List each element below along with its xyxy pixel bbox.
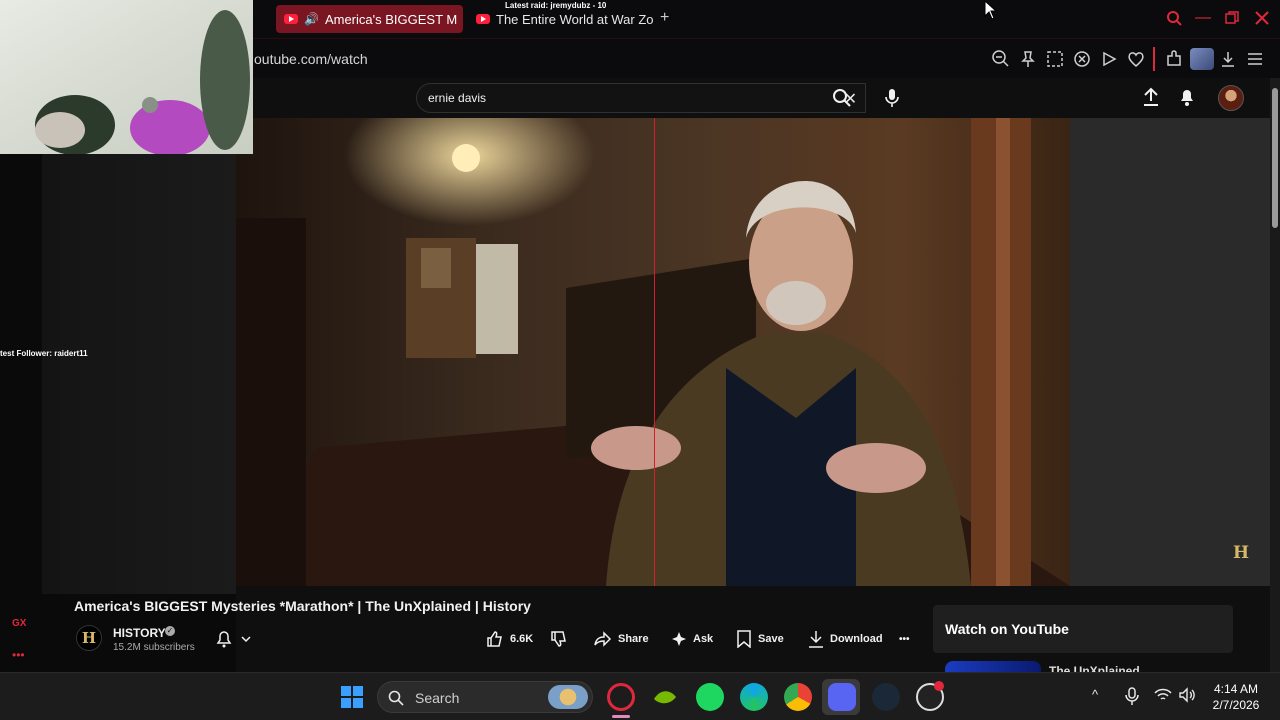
video-player[interactable] xyxy=(236,118,1070,586)
channel-avatar[interactable]: H xyxy=(76,625,102,651)
menu-icon[interactable] xyxy=(1245,49,1265,69)
taskbar-search-icon xyxy=(388,690,404,706)
url-text[interactable]: outube.com/watch xyxy=(254,51,368,67)
opera-gx-icon[interactable] xyxy=(607,683,635,711)
close-window-icon[interactable] xyxy=(1255,11,1269,25)
youtube-icon xyxy=(284,14,298,24)
download-icon[interactable] xyxy=(1218,49,1238,69)
save-label: Save xyxy=(758,633,784,645)
share-icon xyxy=(594,631,612,647)
windows-start-icon[interactable] xyxy=(340,685,364,709)
new-tab-button[interactable]: + xyxy=(660,9,669,27)
share-button[interactable]: Share xyxy=(594,630,649,648)
speaker-icon[interactable]: 🔊 xyxy=(304,12,319,26)
profile-avatar[interactable] xyxy=(1190,48,1214,70)
mouse-cursor-icon xyxy=(984,0,998,20)
scrollbar-thumb[interactable] xyxy=(1272,88,1278,228)
tray-mic-icon[interactable] xyxy=(1125,687,1139,707)
next-video-title[interactable]: The UnXplained xyxy=(1049,664,1140,672)
restore-icon[interactable] xyxy=(1225,11,1239,25)
mic-icon[interactable] xyxy=(884,88,900,108)
discord-icon[interactable] xyxy=(828,683,856,711)
webcam-overlay xyxy=(0,0,253,154)
wifi-icon[interactable] xyxy=(1154,687,1172,703)
overlay-panel-inner xyxy=(42,154,236,594)
taskbar-search[interactable]: Search xyxy=(377,681,593,713)
account-avatar[interactable] xyxy=(1218,85,1244,111)
tray-expand-icon[interactable]: ^ xyxy=(1092,687,1098,702)
zoom-out-icon[interactable] xyxy=(991,49,1011,69)
nvidia-icon[interactable] xyxy=(652,685,678,709)
history-watermark: H xyxy=(1233,543,1250,563)
chrome-icon[interactable] xyxy=(784,683,812,711)
thumbs-up-icon xyxy=(487,631,502,647)
taskbar-clock[interactable]: 4:14 AM 2/7/2026 xyxy=(1206,681,1266,713)
sparkle-icon xyxy=(672,632,686,646)
player-icon[interactable] xyxy=(1099,49,1119,69)
volume-icon[interactable] xyxy=(1178,687,1196,703)
page-scrollbar[interactable] xyxy=(1270,78,1280,672)
pin-icon[interactable] xyxy=(1018,49,1038,69)
thumbs-down-icon xyxy=(551,631,566,647)
search-query: ernie davis xyxy=(428,91,487,105)
search-icon[interactable] xyxy=(832,88,852,108)
search-tabs-icon[interactable] xyxy=(1166,10,1182,26)
spotify-icon[interactable] xyxy=(696,683,724,711)
edge-icon[interactable] xyxy=(740,683,768,711)
search-input[interactable]: ernie davis ✕ xyxy=(416,83,866,113)
next-video-thumbnail[interactable] xyxy=(945,661,1041,672)
video-frame xyxy=(236,118,1070,586)
watch-on-youtube-panel[interactable]: Watch on YouTube xyxy=(933,605,1233,653)
youtube-icon xyxy=(476,14,490,24)
adblock-icon[interactable] xyxy=(1072,49,1092,69)
bell-dropdown-icon[interactable] xyxy=(216,630,252,648)
bookmark-icon xyxy=(737,630,751,648)
screenshot-icon[interactable] xyxy=(1045,49,1065,69)
watch-on-youtube-label: Watch on YouTube xyxy=(945,621,1069,637)
clock-date: 2/7/2026 xyxy=(1212,698,1260,712)
share-label: Share xyxy=(618,633,649,645)
notifications-bell-icon[interactable] xyxy=(1178,87,1196,107)
youtube-header: ernie davis ✕ xyxy=(236,78,1280,118)
notification-badge xyxy=(934,681,944,691)
dislike-button[interactable] xyxy=(550,630,574,648)
raid-overlay-text: Latest raid: jremydubz - 10 xyxy=(505,1,607,10)
follower-overlay-text: test Follower: raidert11 xyxy=(0,349,88,358)
windows-taskbar: Search ^ 4:14 AM 2/7/2026 xyxy=(0,672,1280,720)
minimize-icon[interactable]: — xyxy=(1192,9,1214,27)
verified-icon: ✓ xyxy=(165,626,175,636)
download-button[interactable]: Download xyxy=(808,630,883,648)
next-video-item[interactable]: The UnXplained xyxy=(933,655,1233,672)
taskbar-search-label: Search xyxy=(415,690,460,706)
download-arrow-icon xyxy=(809,631,823,648)
subscribe-bell-button[interactable] xyxy=(216,630,252,653)
upload-icon[interactable] xyxy=(1142,87,1160,107)
webcam-image xyxy=(35,10,250,154)
video-title: America's BIGGEST Mysteries *Marathon* |… xyxy=(74,598,531,614)
active-app-indicator xyxy=(612,715,630,718)
tab-label: The Entire World at War Zo xyxy=(496,11,654,27)
stream-overlay-panel xyxy=(0,154,236,672)
heart-icon[interactable] xyxy=(1126,49,1146,69)
like-button[interactable]: 6.6K xyxy=(486,630,533,648)
download-label: Download xyxy=(830,633,883,645)
tab-label: America's BIGGEST M xyxy=(324,11,458,27)
gx-sidebar-label[interactable]: GX xyxy=(12,618,26,629)
extensions-icon[interactable] xyxy=(1164,49,1184,69)
ask-button[interactable]: Ask xyxy=(671,630,713,648)
search-highlight-icon xyxy=(548,685,588,709)
toolbar-divider xyxy=(1153,47,1155,71)
subscriber-count: 15.2M subscribers xyxy=(113,642,195,653)
ask-label: Ask xyxy=(693,633,714,645)
clock-time: 4:14 AM xyxy=(1213,682,1259,696)
video-side-bar xyxy=(1070,118,1270,586)
channel-name[interactable]: HISTORY xyxy=(113,626,166,640)
save-button[interactable]: Save xyxy=(736,630,784,648)
gx-more-icon[interactable]: ••• xyxy=(12,648,25,662)
tab-active[interactable]: 🔊 America's BIGGEST M xyxy=(276,5,463,33)
like-count: 6.6K xyxy=(510,633,534,645)
stream-overlay-line xyxy=(654,118,655,586)
steam-icon[interactable] xyxy=(872,683,900,711)
more-actions-button[interactable]: ••• xyxy=(899,630,910,648)
